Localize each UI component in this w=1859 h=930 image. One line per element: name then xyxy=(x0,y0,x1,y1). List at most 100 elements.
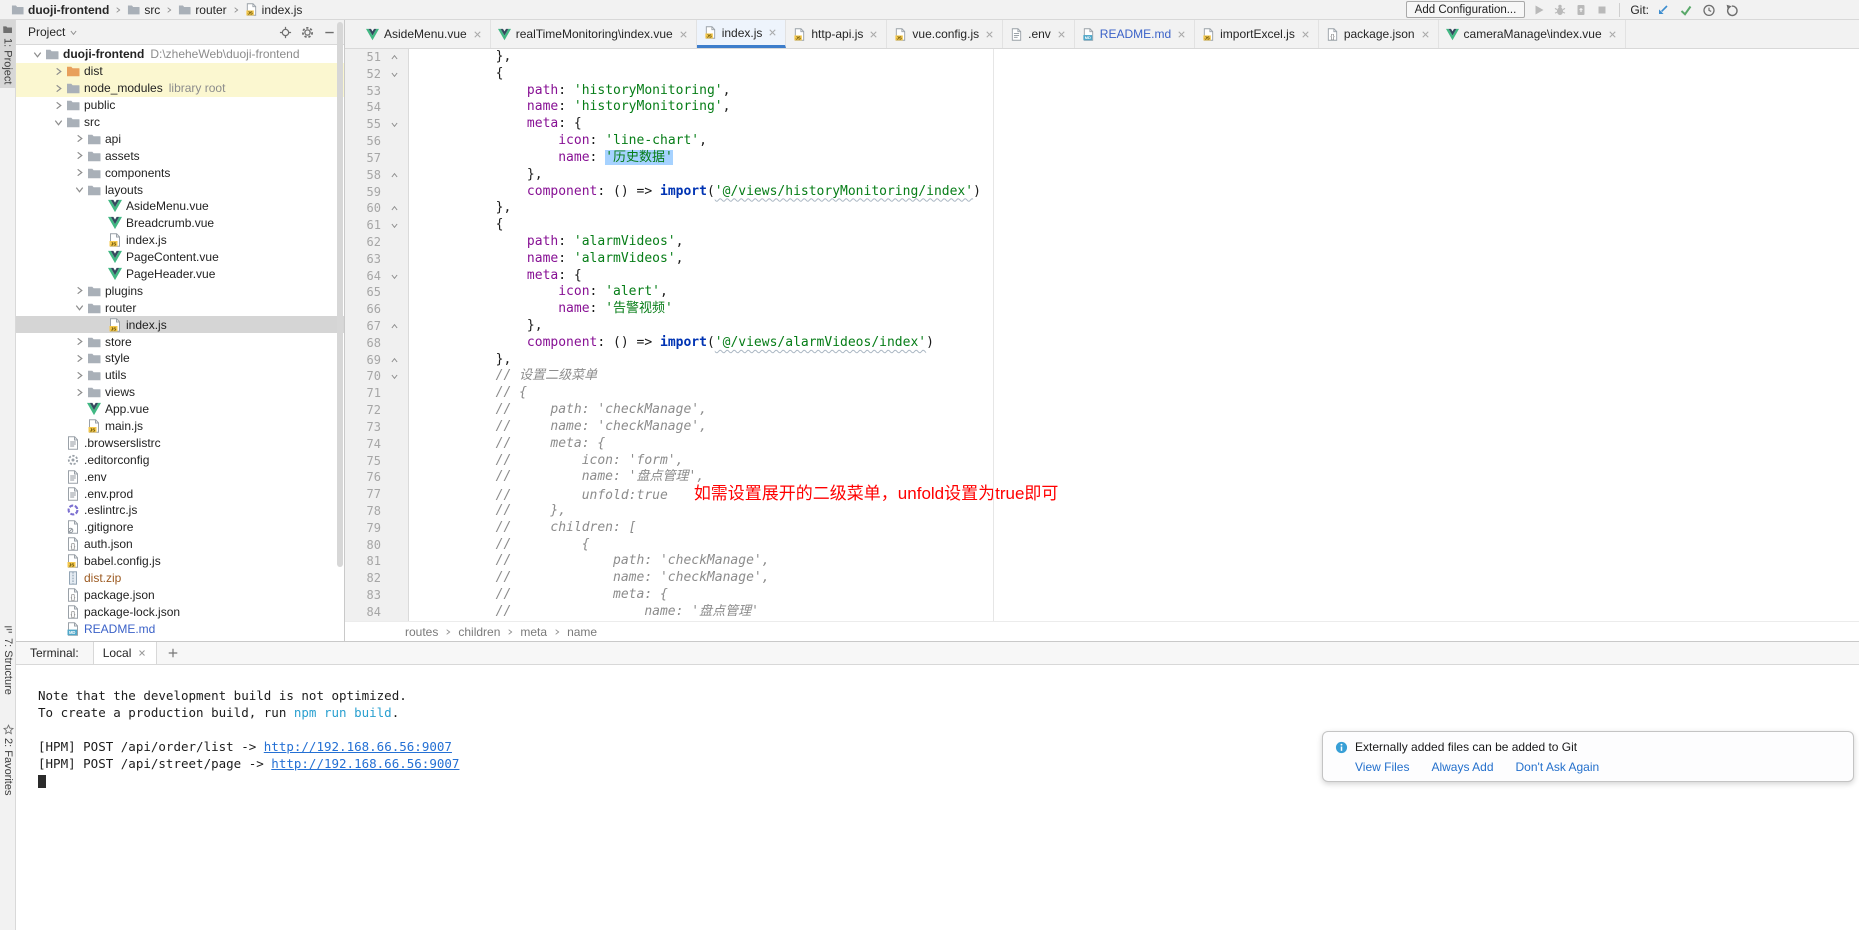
tree-item[interactable]: .editorconfig xyxy=(16,451,344,468)
fold-marker-icon[interactable] xyxy=(390,171,399,180)
code-line[interactable]: 54 name: 'historyMonitoring', xyxy=(345,99,1859,116)
chevron-right-icon[interactable] xyxy=(74,387,85,398)
tree-item[interactable]: components xyxy=(16,164,344,181)
tab-close-icon[interactable] xyxy=(1607,29,1618,40)
tree-item[interactable]: PageContent.vue xyxy=(16,249,344,266)
code-line[interactable]: 67 }, xyxy=(345,318,1859,335)
code-line[interactable]: 62 path: 'alarmVideos', xyxy=(345,234,1859,251)
code-line[interactable]: 61 { xyxy=(345,217,1859,234)
code-line[interactable]: 81 // path: 'checkManage', xyxy=(345,553,1859,570)
editor-breadcrumb-item[interactable]: meta xyxy=(520,625,547,639)
terminal-link[interactable]: http://192.168.66.56:9007 xyxy=(264,739,452,754)
code-line[interactable]: 53 path: 'historyMonitoring', xyxy=(345,83,1859,100)
chevron-right-icon[interactable] xyxy=(74,353,85,364)
fold-marker-icon[interactable] xyxy=(390,53,399,62)
code-line[interactable]: 82 // name: 'checkManage', xyxy=(345,570,1859,587)
code-line[interactable]: 71 // { xyxy=(345,385,1859,402)
tree-item[interactable]: api xyxy=(16,130,344,147)
tree-item[interactable]: .env.prod xyxy=(16,485,344,502)
chevron-right-icon[interactable] xyxy=(74,133,85,144)
tree-item[interactable]: babel.config.js xyxy=(16,553,344,570)
editor-tab[interactable]: http-api.js xyxy=(786,20,887,48)
terminal-link[interactable]: http://192.168.66.56:9007 xyxy=(271,756,459,771)
editor-breadcrumb-item[interactable]: routes xyxy=(405,625,438,639)
code-line[interactable]: 75 // icon: 'form', xyxy=(345,453,1859,470)
tab-close-icon[interactable] xyxy=(1300,29,1311,40)
code-line[interactable]: 69 }, xyxy=(345,352,1859,369)
tree-item[interactable]: assets xyxy=(16,147,344,164)
tree-scrollbar[interactable] xyxy=(337,22,343,567)
tab-close-icon[interactable] xyxy=(767,27,778,38)
fold-marker-icon[interactable] xyxy=(390,322,399,331)
tree-item[interactable]: style xyxy=(16,350,344,367)
code-line[interactable]: 74 // meta: { xyxy=(345,436,1859,453)
code-line[interactable]: 65 icon: 'alert', xyxy=(345,284,1859,301)
locate-icon[interactable] xyxy=(279,26,292,39)
tree-item[interactable]: package.json xyxy=(16,587,344,604)
run-icon[interactable] xyxy=(1532,3,1546,17)
editor-tab[interactable]: README.md xyxy=(1075,20,1195,48)
git-commit-icon[interactable] xyxy=(1679,3,1693,17)
tree-item[interactable]: .env xyxy=(16,468,344,485)
tree-item[interactable]: App.vue xyxy=(16,401,344,418)
breadcrumb-item[interactable]: src xyxy=(124,3,163,17)
code-line[interactable]: 59 component: () => import('@/views/hist… xyxy=(345,184,1859,201)
tree-item[interactable]: package-lock.json xyxy=(16,603,344,620)
editor-breadcrumb-item[interactable]: children xyxy=(458,625,500,639)
chevron-right-icon[interactable] xyxy=(74,167,85,178)
code-line[interactable]: 63 name: 'alarmVideos', xyxy=(345,251,1859,268)
notification-action-link[interactable]: Don't Ask Again xyxy=(1516,760,1600,774)
chevron-right-icon[interactable] xyxy=(74,285,85,296)
code-line[interactable]: 57 name: '历史数据' xyxy=(345,150,1859,167)
fold-marker-icon[interactable] xyxy=(390,120,399,129)
terminal-output[interactable]: Note that the development build is not o… xyxy=(16,665,1859,930)
chevron-right-icon[interactable] xyxy=(53,83,64,94)
tree-item[interactable]: src xyxy=(16,114,344,131)
stop-icon[interactable] xyxy=(1595,3,1609,17)
tab-close-icon[interactable] xyxy=(1176,29,1187,40)
tab-close-icon[interactable] xyxy=(868,29,879,40)
tab-close-icon[interactable] xyxy=(1056,29,1067,40)
tree-item[interactable]: plugins xyxy=(16,282,344,299)
tree-item[interactable]: views xyxy=(16,384,344,401)
tree-item[interactable]: main.js xyxy=(16,418,344,435)
chevron-right-icon[interactable] xyxy=(74,150,85,161)
chevron-right-icon[interactable] xyxy=(53,100,64,111)
code-line[interactable]: 79 // children: [ xyxy=(345,520,1859,537)
git-update-icon[interactable] xyxy=(1656,3,1670,17)
chevron-right-icon[interactable] xyxy=(74,336,85,347)
tab-close-icon[interactable] xyxy=(472,29,483,40)
code-line[interactable]: 51 }, xyxy=(345,49,1859,66)
code-line[interactable]: 77 // unfold:true如需设置展开的二级菜单，unfold设置为tr… xyxy=(345,486,1859,503)
close-icon[interactable] xyxy=(137,648,147,658)
chevron-down-icon[interactable] xyxy=(74,302,85,313)
breadcrumb-item[interactable]: index.js xyxy=(242,3,306,17)
tree-item[interactable]: store xyxy=(16,333,344,350)
code-line[interactable]: 66 name: '告警视频' xyxy=(345,301,1859,318)
git-rollback-icon[interactable] xyxy=(1725,3,1739,17)
code-editor[interactable]: 51 },52 {53 path: 'historyMonitoring',54… xyxy=(345,49,1859,621)
tree-item[interactable]: index.js xyxy=(16,316,344,333)
chevron-down-icon[interactable] xyxy=(74,184,85,195)
tree-item[interactable]: .eslintrc.js xyxy=(16,502,344,519)
terminal-tab-local[interactable]: Local xyxy=(93,642,158,664)
tree-item[interactable]: dist xyxy=(16,63,344,80)
fold-marker-icon[interactable] xyxy=(390,221,399,230)
toolwindow-project-button[interactable]: 1: Project xyxy=(0,20,15,88)
breadcrumb-item[interactable]: router xyxy=(175,3,229,17)
fold-marker-icon[interactable] xyxy=(390,372,399,381)
tree-item[interactable]: public xyxy=(16,97,344,114)
code-line[interactable]: 78 // }, xyxy=(345,503,1859,520)
code-line[interactable]: 58 }, xyxy=(345,167,1859,184)
editor-tab[interactable]: package.json xyxy=(1319,20,1439,48)
notification-action-link[interactable]: Always Add xyxy=(1431,760,1493,774)
project-view-selector[interactable]: Project xyxy=(28,25,78,39)
code-line[interactable]: 76 // name: '盘点管理', xyxy=(345,469,1859,486)
fold-marker-icon[interactable] xyxy=(390,356,399,365)
add-configuration-button[interactable]: Add Configuration... xyxy=(1406,1,1526,18)
code-line[interactable]: 60 }, xyxy=(345,200,1859,217)
notification-action-link[interactable]: View Files xyxy=(1355,760,1409,774)
tree-item[interactable]: AsideMenu.vue xyxy=(16,198,344,215)
tree-item[interactable]: node_moduleslibrary root xyxy=(16,80,344,97)
tree-item[interactable]: Breadcrumb.vue xyxy=(16,215,344,232)
